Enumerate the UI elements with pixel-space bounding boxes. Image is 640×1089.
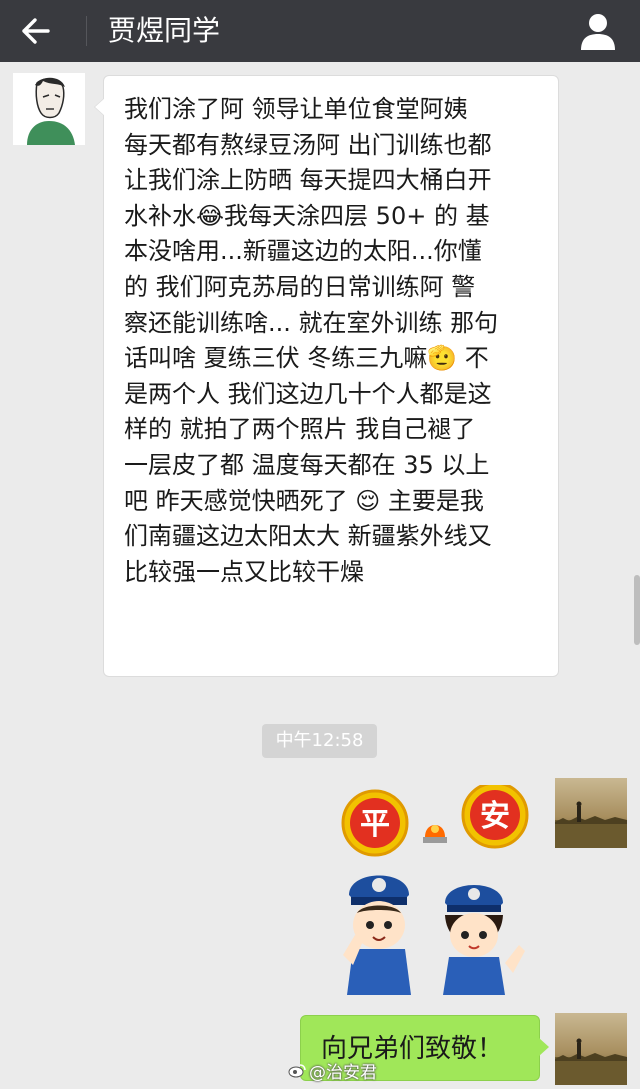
message-line: 们南疆这边太阳太大 新疆紫外线又 — [124, 522, 492, 551]
message-timestamp: 中午12:58 — [262, 724, 377, 758]
message-line: 让我们涂上防晒 每天提四大桶白开 — [124, 166, 492, 195]
watermark-text: @治安君 — [309, 1063, 377, 1083]
self-avatar[interactable] — [555, 778, 627, 848]
message-line: 我们涂了阿 领导让单位食堂阿姨 — [124, 95, 468, 123]
message-line: 察还能训练啥... 就在室外训练 那句 — [124, 308, 499, 337]
weibo-icon — [288, 1060, 306, 1086]
message-line: 是两个人 我们这边几十个人都是这 — [124, 379, 492, 408]
weibo-watermark: @治安君 — [288, 1060, 377, 1086]
chat-header: 贾煜同学 — [0, 0, 640, 62]
message-line: 的 我们阿克苏局的日常训练阿 警 — [124, 272, 476, 301]
self-avatar[interactable] — [555, 1013, 627, 1085]
chat-info-button[interactable] — [578, 10, 618, 52]
contact-avatar[interactable] — [13, 73, 85, 145]
message-line: 水补水😂我每天涂四层 50+ 的 基 — [124, 201, 490, 230]
message-line: 吧 昨天感觉快晒死了 😌 主要是我 — [124, 486, 484, 515]
message-line: 话叫啥 夏练三伏 冬练三九嘛🫡 不 — [124, 344, 489, 373]
message-line: 一层皮了都 温度每天都在 35 以上 — [124, 450, 490, 479]
received-message-bubble[interactable]: 我们涂了阿 领导让单位食堂阿姨 每天都有熬绿豆汤阿 出门训练也都 让我们涂上防晒… — [94, 75, 559, 677]
sticker-char-an: 安 — [480, 799, 510, 834]
police-sticker[interactable]: 平 安 — [335, 781, 535, 995]
sticker-char-ping: 平 — [360, 807, 390, 842]
back-arrow-icon — [18, 12, 66, 50]
message-line: 比较强一点又比较干燥 — [124, 557, 364, 586]
message-line: 样的 就拍了两个照片 我自己褪了 — [124, 415, 476, 444]
message-line: 每天都有熬绿豆汤阿 出门训练也都 — [124, 130, 492, 159]
header-divider — [86, 16, 87, 46]
person-icon — [578, 14, 618, 56]
scrollbar-thumb[interactable] — [634, 575, 640, 645]
received-message-text: 我们涂了阿 领导让单位食堂阿姨 每天都有熬绿豆汤阿 出门训练也都 让我们涂上防晒… — [124, 92, 554, 590]
chat-title: 贾煜同学 — [108, 14, 221, 47]
message-line: 本没啥用...新疆这边的太阳...你懂 — [124, 237, 482, 266]
back-button[interactable] — [18, 12, 66, 50]
